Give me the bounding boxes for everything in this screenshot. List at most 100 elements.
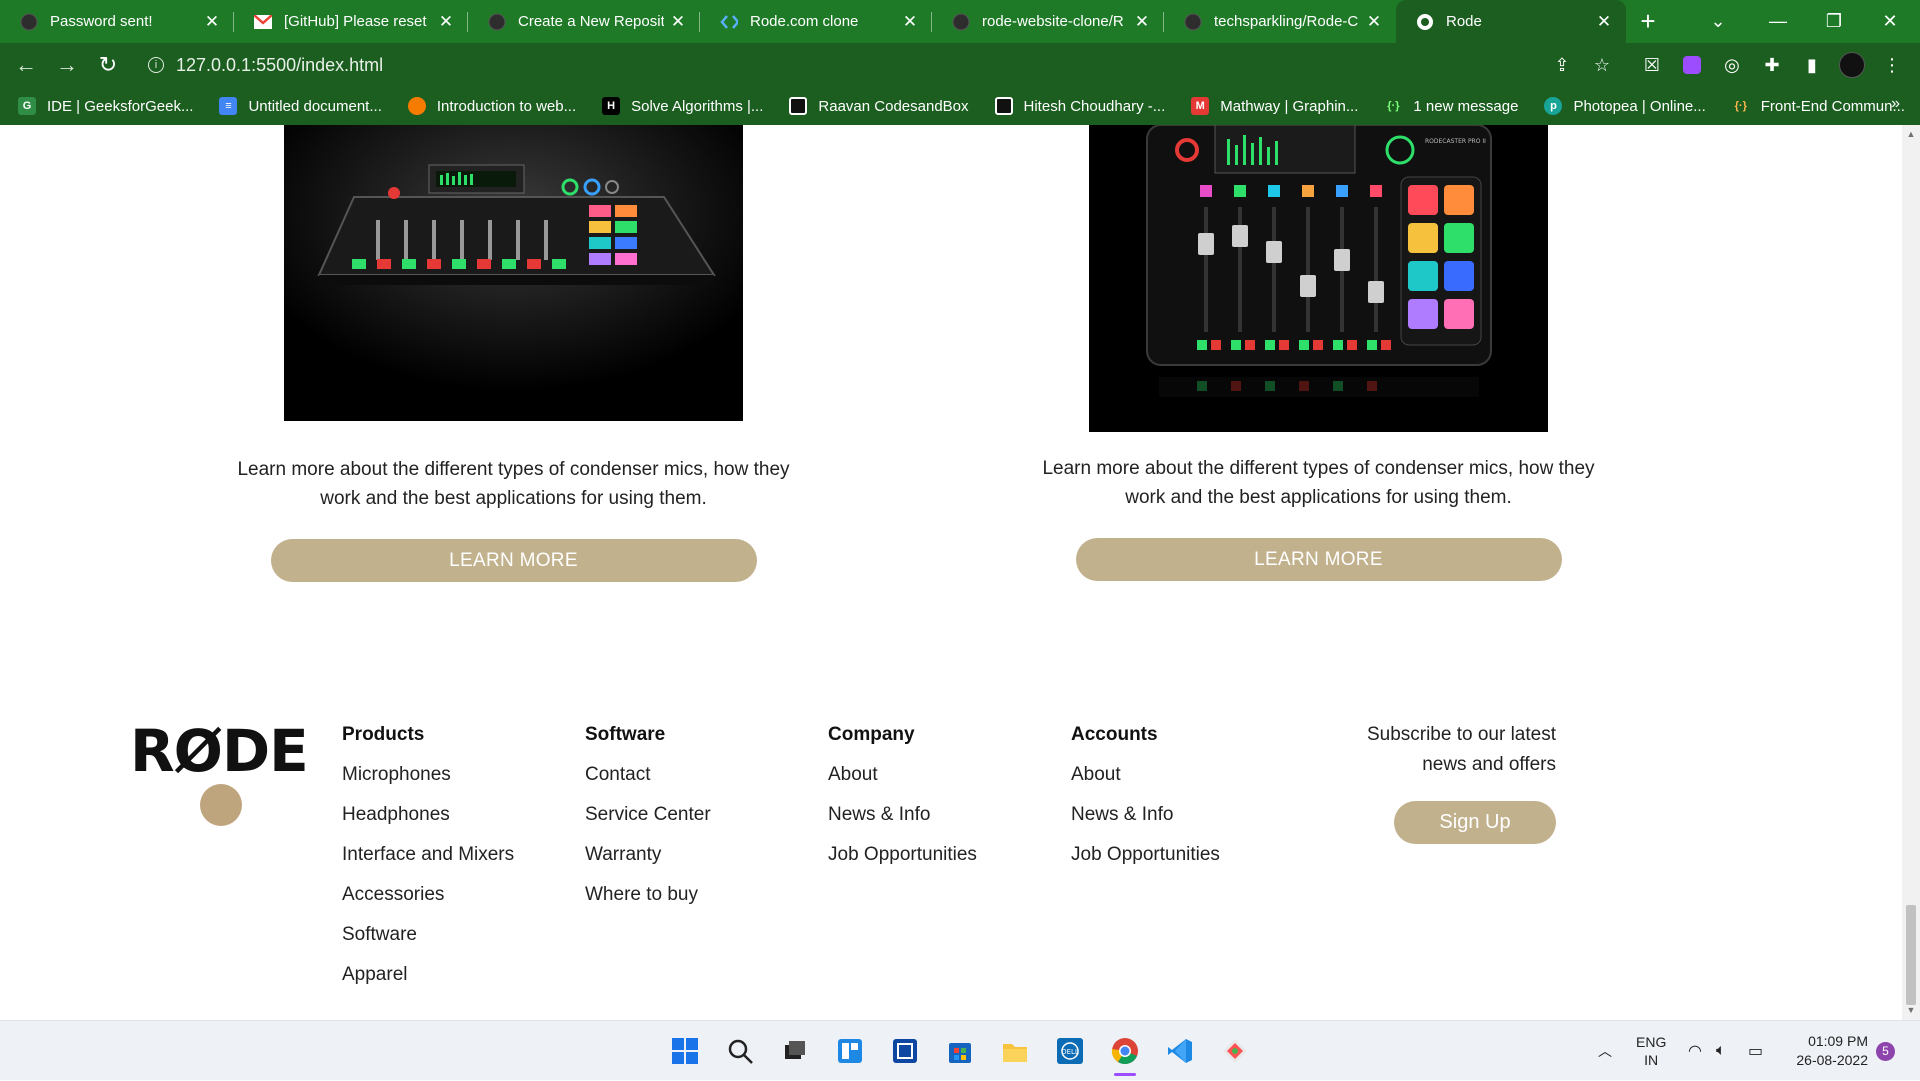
- footer-link[interactable]: Headphones: [342, 803, 514, 826]
- browser-tab[interactable]: Rode.com clone ✕: [700, 0, 932, 43]
- close-tab-icon[interactable]: ✕: [670, 12, 686, 32]
- bookmark-item[interactable]: M Mathway | Graphin...: [1191, 97, 1358, 115]
- extensions-puzzle-icon[interactable]: ✚: [1758, 51, 1786, 79]
- widgets-icon[interactable]: [834, 1035, 866, 1067]
- footer-link[interactable]: About: [1071, 763, 1220, 786]
- bookmark-item[interactable]: {·} 1 new message: [1384, 97, 1518, 115]
- browser-tab[interactable]: Password sent! ✕: [0, 0, 234, 43]
- menu-kebab-icon[interactable]: ⋮: [1878, 51, 1906, 79]
- reload-icon[interactable]: ↻: [88, 47, 128, 83]
- footer-link[interactable]: News & Info: [828, 803, 977, 826]
- bookmark-item[interactable]: H Solve Algorithms |...: [602, 97, 763, 115]
- footer-link[interactable]: News & Info: [1071, 803, 1220, 826]
- chrome-icon[interactable]: [1109, 1035, 1141, 1067]
- bookmark-item[interactable]: Hitesh Choudhary -...: [994, 97, 1166, 115]
- forward-icon[interactable]: →: [47, 47, 87, 83]
- tab-title: Create a New Reposit: [518, 13, 664, 30]
- bookmark-label: Raavan CodesandBox: [818, 97, 969, 115]
- footer-link[interactable]: Contact: [585, 763, 711, 786]
- rode-logo[interactable]: RØDE: [130, 717, 309, 785]
- sign-up-button[interactable]: Sign Up: [1394, 801, 1556, 844]
- scroll-down-icon[interactable]: ▼: [1906, 1005, 1916, 1015]
- close-window-icon[interactable]: ✕: [1862, 0, 1918, 43]
- address-bar[interactable]: i 127.0.0.1:5500/index.html: [134, 47, 1614, 83]
- globe-icon: [1416, 13, 1434, 31]
- site-info-icon[interactable]: i: [148, 57, 164, 73]
- restore-icon[interactable]: ❐: [1806, 0, 1862, 43]
- browser-tab[interactable]: [GitHub] Please reset ✕: [234, 0, 468, 43]
- bookmark-item[interactable]: Introduction to web...: [407, 97, 576, 115]
- learn-more-button[interactable]: LEARN MORE: [1075, 538, 1562, 581]
- close-tab-icon[interactable]: ✕: [1596, 12, 1612, 32]
- browser-tab[interactable]: Rode ✕: [1396, 0, 1626, 43]
- tray-chevron-icon[interactable]: ︿: [1598, 1021, 1612, 1081]
- git-tool-icon[interactable]: [1219, 1035, 1251, 1067]
- footer-link[interactable]: Software: [342, 923, 514, 946]
- share-icon[interactable]: ⇪: [1548, 51, 1576, 79]
- footer-link[interactable]: Job Opportunities: [828, 843, 977, 866]
- extension-compass-icon[interactable]: ◎: [1718, 51, 1746, 79]
- rodecaster-angled-image: [284, 125, 743, 421]
- github-icon: [1184, 13, 1202, 31]
- volume-icon[interactable]: 🔈︎: [1716, 1021, 1726, 1081]
- footer-link[interactable]: Accessories: [342, 883, 514, 906]
- browser-tab[interactable]: techsparkling/Rode-C ✕: [1164, 0, 1396, 43]
- tab-title: rode-website-clone/R: [982, 13, 1124, 30]
- clock[interactable]: 01:09 PM 26-08-2022: [1788, 1021, 1868, 1081]
- close-tab-icon[interactable]: ✕: [902, 12, 918, 32]
- bookmark-label: Photopea | Online...: [1573, 97, 1706, 115]
- bookmark-item[interactable]: Raavan CodesandBox: [789, 97, 969, 115]
- github-icon: [20, 13, 38, 31]
- footer-link[interactable]: About: [828, 763, 977, 786]
- footer-link[interactable]: Microphones: [342, 763, 514, 786]
- notification-badge[interactable]: 5: [1876, 1042, 1895, 1061]
- footer-link[interactable]: Interface and Mixers: [342, 843, 514, 866]
- footer-heading: Products: [342, 724, 425, 745]
- close-tab-icon[interactable]: ✕: [438, 12, 454, 32]
- dell-icon[interactable]: DELL: [1054, 1035, 1086, 1067]
- close-tab-icon[interactable]: ✕: [1134, 12, 1150, 32]
- bookmark-item[interactable]: {·} Front-End Commun...: [1732, 97, 1905, 115]
- footer-link[interactable]: Service Center: [585, 803, 711, 826]
- close-tab-icon[interactable]: ✕: [204, 12, 220, 32]
- more-bookmarks-icon[interactable]: »: [1891, 95, 1900, 113]
- extension-pen-icon[interactable]: [1678, 51, 1706, 79]
- browser-tab[interactable]: rode-website-clone/R ✕: [932, 0, 1164, 43]
- bookmark-star-icon[interactable]: ☆: [1588, 51, 1616, 79]
- new-tab-button[interactable]: +: [1626, 0, 1670, 43]
- footer-link[interactable]: Job Opportunities: [1071, 843, 1220, 866]
- extension-x-icon[interactable]: ☒: [1638, 51, 1666, 79]
- side-panel-icon[interactable]: ▮: [1798, 51, 1826, 79]
- footer-column-accounts: Accounts About News & Info Job Opportuniti…: [1071, 724, 1220, 883]
- windows-start-icon[interactable]: [669, 1035, 701, 1067]
- battery-icon[interactable]: ▭: [1748, 1021, 1763, 1081]
- tab-search-icon[interactable]: ⌄: [1690, 0, 1746, 43]
- bookmark-item[interactable]: p Photopea | Online...: [1544, 97, 1706, 115]
- close-tab-icon[interactable]: ✕: [1366, 12, 1382, 32]
- footer-link[interactable]: Apparel: [342, 963, 514, 986]
- minimize-icon[interactable]: —: [1750, 0, 1806, 43]
- windows-taskbar: DELL ︿ ENG IN ◠ 🔈︎ ▭ 01:09 PM 26-08-2022…: [0, 1020, 1920, 1080]
- task-view-icon[interactable]: [779, 1035, 811, 1067]
- footer-link[interactable]: Warranty: [585, 843, 711, 866]
- learn-more-button[interactable]: LEARN MORE: [270, 539, 757, 582]
- vscode-icon[interactable]: [1164, 1035, 1196, 1067]
- back-icon[interactable]: ←: [6, 47, 46, 83]
- codesandbox-icon: [994, 97, 1013, 115]
- microsoft-store-icon[interactable]: [944, 1035, 976, 1067]
- scrollbar-thumb[interactable]: [1906, 905, 1916, 1005]
- file-explorer-icon[interactable]: [999, 1035, 1031, 1067]
- wifi-icon[interactable]: ◠: [1688, 1021, 1702, 1081]
- browser-tab[interactable]: Create a New Reposit ✕: [468, 0, 700, 43]
- bookmark-item[interactable]: G IDE | GeeksforGeek...: [18, 97, 193, 115]
- product-card-1: Learn more about the different types of …: [221, 125, 806, 582]
- search-icon[interactable]: [724, 1035, 756, 1067]
- bookmark-label: Hitesh Choudhary -...: [1023, 97, 1166, 115]
- calculator-icon[interactable]: [889, 1035, 921, 1067]
- page-scrollbar[interactable]: ▲ ▼: [1902, 125, 1920, 1020]
- language-indicator[interactable]: ENG IN: [1636, 1021, 1666, 1081]
- scroll-up-icon[interactable]: ▲: [1906, 129, 1916, 139]
- profile-avatar[interactable]: [1838, 51, 1866, 79]
- footer-link[interactable]: Where to buy: [585, 883, 711, 906]
- bookmark-item[interactable]: ≡ Untitled document...: [219, 97, 382, 115]
